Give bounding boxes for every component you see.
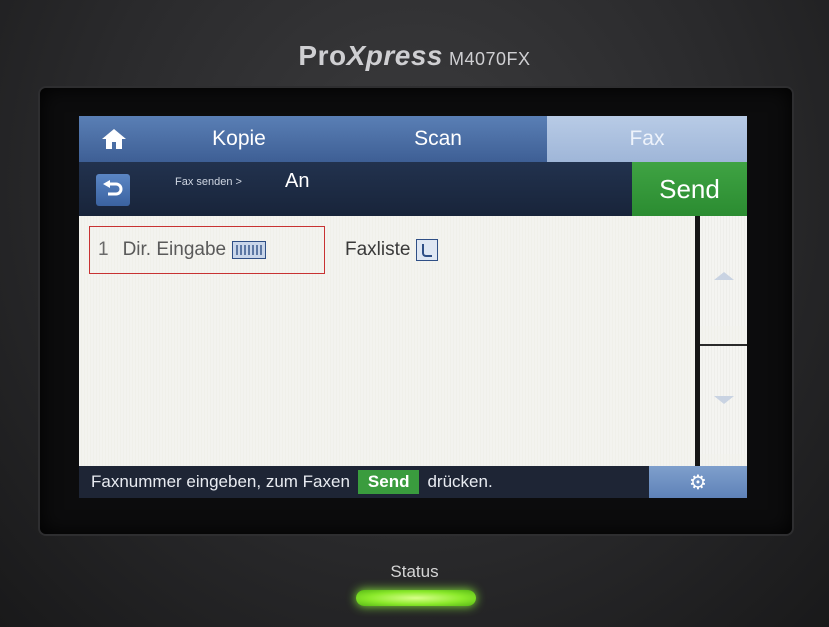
gear-icon: ⚙ [689, 471, 707, 494]
brand-pro: Pro [298, 40, 347, 71]
breadcrumb: Fax senden > [175, 176, 242, 188]
printer-bezel: ProXpress M4070FX Kopie Scan Fax Fax sen… [0, 0, 829, 627]
status-led [356, 590, 476, 606]
touch-screen: Kopie Scan Fax Fax senden > An Send 1 Di… [79, 116, 747, 498]
scroll-up-icon [714, 272, 734, 280]
tab-scan[interactable]: Scan [329, 116, 547, 162]
brand-logo: ProXpress M4070FX [0, 40, 829, 72]
option-number: 1 [98, 239, 109, 260]
scroll-up-button[interactable] [700, 216, 747, 326]
status-send-chip: Send [357, 470, 420, 494]
status-label: Status [390, 562, 439, 581]
content-area: 1 Dir. Eingabe Faxliste [79, 216, 747, 466]
brand-xpress: Xpress [346, 40, 444, 71]
model-name: M4070FX [449, 49, 531, 69]
faxlist-option[interactable]: Faxliste [345, 226, 439, 274]
faxlist-label: Faxliste [345, 239, 411, 260]
tab-kopie[interactable]: Kopie [149, 116, 329, 162]
direct-entry-option[interactable]: 1 Dir. Eingabe [89, 226, 325, 274]
phonebook-icon [416, 239, 439, 261]
settings-button[interactable]: ⚙ [649, 466, 747, 498]
header-row: Fax senden > An Send [79, 162, 747, 216]
home-icon [102, 129, 126, 149]
back-arrow-icon [103, 180, 123, 196]
tab-bar: Kopie Scan Fax [79, 116, 747, 162]
status-text-before: Faxnummer eingeben, zum Faxen [91, 472, 350, 491]
scroll-down-button[interactable] [700, 344, 747, 454]
direct-entry-label: Dir. Eingabe [122, 239, 227, 260]
send-button[interactable]: Send [632, 162, 747, 216]
status-text-after: drücken. [427, 472, 493, 491]
status-message: Faxnummer eingeben, zum Faxen Send drück… [79, 466, 747, 498]
tab-fax[interactable]: Fax [547, 116, 747, 162]
keyboard-icon [232, 241, 267, 259]
back-button[interactable] [96, 174, 130, 206]
home-button[interactable] [79, 116, 149, 162]
scroll-down-icon [714, 396, 734, 404]
page-title: An [285, 170, 310, 192]
